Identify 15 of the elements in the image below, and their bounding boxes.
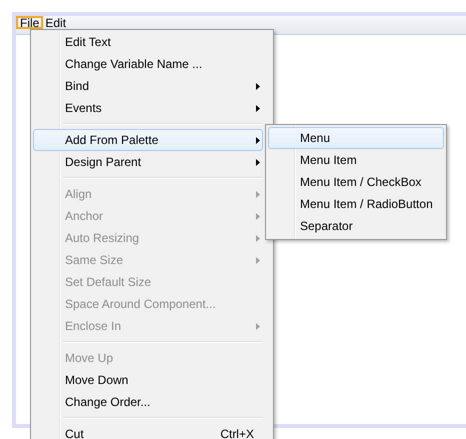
menu-item[interactable]: Bind (33, 75, 263, 97)
menu-bar-item[interactable]: Edit (43, 17, 68, 27)
menu-item[interactable]: Design Parent (33, 151, 263, 173)
menu-item[interactable]: Add From Palette (33, 129, 263, 151)
menu-item[interactable]: Separator (268, 215, 444, 237)
menu-item[interactable]: Change Variable Name ... (33, 53, 263, 75)
menu-item[interactable]: Edit Text (33, 31, 263, 53)
menu-item[interactable]: Move Down (33, 369, 263, 391)
menu-item[interactable]: Menu (268, 127, 444, 149)
menu-item[interactable]: Menu Item (268, 149, 444, 171)
menu-item[interactable]: Cut Ctrl+X (33, 423, 263, 439)
menu-item[interactable]: Change Order... (33, 391, 263, 413)
menu-item[interactable]: Menu Item / RadioButton (268, 193, 444, 215)
menu-item[interactable]: Menu Item / CheckBox (268, 171, 444, 193)
menu-item[interactable]: Events (33, 97, 263, 119)
